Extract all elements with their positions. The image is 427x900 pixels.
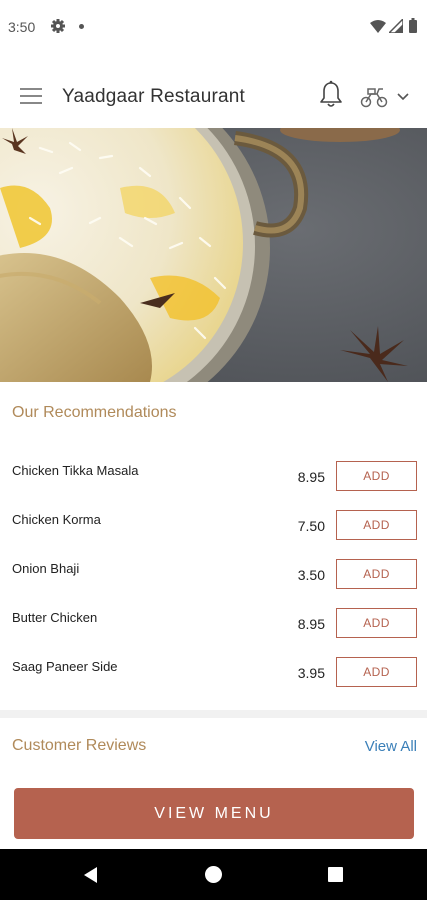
recent-apps-icon[interactable] [328,867,343,882]
gear-icon [51,19,65,33]
item-price: 8.95 [297,616,325,632]
app-header: Yaadgaar Restaurant [0,56,427,128]
item-name: Onion Bhaji [12,561,80,576]
menu-item: Chicken Tikka Masala 8.95 ADD [0,461,427,495]
item-name: Chicken Korma [12,512,101,527]
biryani-dish-illustration [0,128,427,382]
battery-icon [409,18,417,33]
add-button[interactable]: ADD [336,608,417,638]
home-icon[interactable] [205,866,222,883]
item-name: Butter Chicken [12,610,98,625]
hero-image [0,128,427,382]
item-name: Saag Paneer Side [12,659,118,674]
item-name: Chicken Tikka Masala [12,463,139,478]
recommendations-title: Our Recommendations [12,404,177,421]
menu-item: Onion Bhaji 3.50 ADD [0,559,427,593]
status-time: 3:50 [8,19,36,35]
system-nav-bar [0,849,427,900]
page-title: Yaadgaar Restaurant [62,86,246,107]
add-button[interactable]: ADD [336,657,417,687]
view-menu-button[interactable]: VIEW MENU [14,788,414,839]
item-price: 8.95 [297,469,325,485]
add-button[interactable]: ADD [336,461,417,491]
add-button[interactable]: ADD [336,510,417,540]
scooter-icon[interactable] [360,86,388,108]
item-price: 3.50 [297,567,325,583]
back-icon[interactable] [82,866,100,884]
view-all-link[interactable]: View All [365,738,417,755]
reviews-title: Customer Reviews [12,737,147,754]
wifi-icon [370,20,386,33]
status-bar: 3:50 [0,0,427,56]
item-price: 7.50 [297,518,325,534]
bell-icon[interactable] [318,80,344,110]
chevron-down-icon[interactable] [397,92,409,102]
signal-icon [389,19,403,33]
section-divider [0,710,427,718]
menu-item: Saag Paneer Side 3.95 ADD [0,657,427,691]
menu-icon[interactable] [20,88,42,105]
menu-item: Butter Chicken 8.95 ADD [0,608,427,642]
menu-item: Chicken Korma 7.50 ADD [0,510,427,544]
add-button[interactable]: ADD [336,559,417,589]
dot-icon [79,24,84,29]
item-price: 3.95 [297,665,325,681]
